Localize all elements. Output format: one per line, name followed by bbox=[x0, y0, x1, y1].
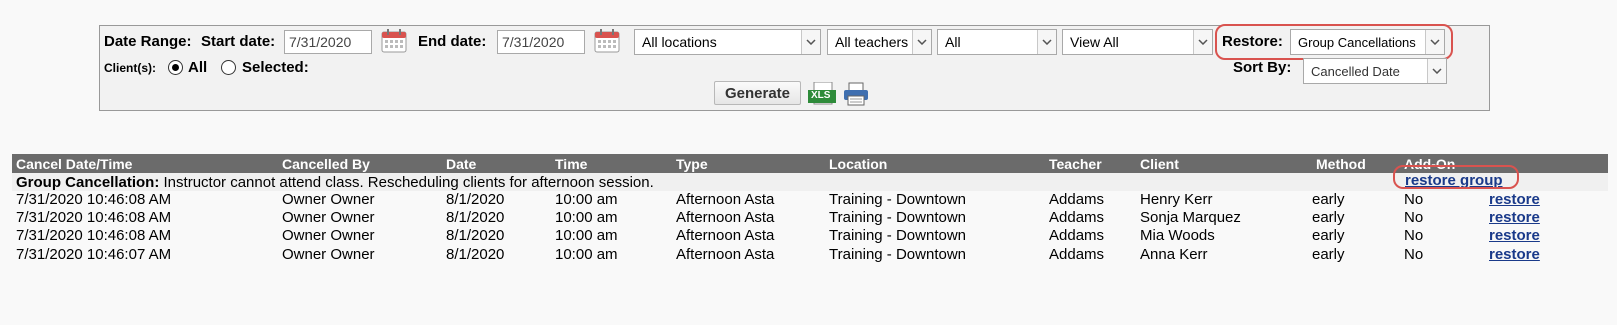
restore-link[interactable]: restore bbox=[1489, 246, 1540, 263]
client-all-radio[interactable] bbox=[168, 60, 183, 75]
restore-link[interactable]: restore bbox=[1489, 227, 1540, 244]
chevron-down-icon bbox=[1193, 30, 1212, 54]
client-selected-radio[interactable] bbox=[221, 60, 236, 75]
sort-select[interactable]: Cancelled Date bbox=[1303, 58, 1447, 84]
cell-teacher: Addams bbox=[1049, 209, 1105, 226]
start-date-label: Start date: bbox=[201, 33, 276, 50]
col-location: Location bbox=[829, 156, 888, 172]
restore-highlight bbox=[1215, 24, 1453, 60]
type-select[interactable]: All bbox=[937, 29, 1057, 55]
group-cancellation-title: Group Cancellation: bbox=[16, 174, 160, 191]
col-teacher: Teacher bbox=[1049, 156, 1102, 172]
cell-location: Training - Downtown bbox=[829, 246, 966, 263]
cell-client: Anna Kerr bbox=[1140, 246, 1208, 263]
cell-method: early bbox=[1312, 191, 1345, 208]
sort-select-value: Cancelled Date bbox=[1311, 64, 1400, 79]
cell-cancel-datetime: 7/31/2020 10:46:08 AM bbox=[16, 209, 172, 226]
cell-method: early bbox=[1312, 246, 1345, 263]
teacher-select-value: All teachers bbox=[835, 34, 909, 50]
date-range-label: Date Range: bbox=[104, 33, 192, 50]
location-select[interactable]: All locations bbox=[634, 29, 821, 55]
cell-client: Henry Kerr bbox=[1140, 191, 1213, 208]
cell-teacher: Addams bbox=[1049, 227, 1105, 244]
cell-time: 10:00 am bbox=[555, 191, 618, 208]
teacher-select[interactable]: All teachers bbox=[827, 29, 932, 55]
cell-teacher: Addams bbox=[1049, 191, 1105, 208]
cell-time: 10:00 am bbox=[555, 227, 618, 244]
restore-link[interactable]: restore bbox=[1489, 191, 1540, 208]
cell-cancel-datetime: 7/31/2020 10:46:08 AM bbox=[16, 191, 172, 208]
col-client: Client bbox=[1140, 156, 1179, 172]
view-select-value: View All bbox=[1070, 34, 1119, 50]
cell-method: early bbox=[1312, 209, 1345, 226]
xls-label: XLS bbox=[811, 90, 831, 101]
client-selected-label: Selected: bbox=[242, 59, 309, 76]
cell-date: 8/1/2020 bbox=[446, 191, 505, 208]
table-row: 7/31/2020 10:46:07 AM Owner Owner 8/1/20… bbox=[12, 245, 1608, 264]
chevron-down-icon bbox=[801, 30, 820, 54]
generate-button[interactable]: Generate bbox=[714, 81, 801, 105]
chevron-down-icon bbox=[1037, 30, 1056, 54]
cell-client: Mia Woods bbox=[1140, 227, 1215, 244]
col-method: Method bbox=[1316, 156, 1366, 172]
cell-cancelled-by: Owner Owner bbox=[282, 246, 375, 263]
cell-time: 10:00 am bbox=[555, 209, 618, 226]
restore-link[interactable]: restore bbox=[1489, 209, 1540, 226]
col-time: Time bbox=[555, 156, 588, 172]
col-cancelled-by: Cancelled By bbox=[282, 156, 370, 172]
cell-cancel-datetime: 7/31/2020 10:46:08 AM bbox=[16, 227, 172, 244]
xls-export-button[interactable]: XLS bbox=[808, 81, 836, 106]
end-calendar-icon[interactable] bbox=[593, 28, 621, 54]
cell-add-on: No bbox=[1404, 227, 1424, 244]
chevron-down-icon bbox=[1427, 59, 1446, 83]
cell-type: Afternoon Asta bbox=[676, 227, 775, 244]
cell-location: Training - Downtown bbox=[829, 209, 966, 226]
cell-cancelled-by: Owner Owner bbox=[282, 209, 375, 226]
table-row: 7/31/2020 10:46:08 AM Owner Owner 8/1/20… bbox=[12, 226, 1608, 245]
end-date-input[interactable]: 7/31/2020 bbox=[497, 30, 585, 54]
cell-add-on: No bbox=[1404, 209, 1424, 226]
cell-client: Sonja Marquez bbox=[1140, 209, 1241, 226]
start-calendar-icon[interactable] bbox=[380, 28, 408, 54]
cell-date: 8/1/2020 bbox=[446, 209, 505, 226]
filter-panel: Date Range: Start date: 7/31/2020 End da… bbox=[99, 24, 1490, 111]
cell-date: 8/1/2020 bbox=[446, 227, 505, 244]
cell-type: Afternoon Asta bbox=[676, 209, 775, 226]
cell-method: early bbox=[1312, 227, 1345, 244]
table-row: 7/31/2020 10:46:08 AM Owner Owner 8/1/20… bbox=[12, 190, 1608, 209]
end-date-label: End date: bbox=[418, 33, 487, 50]
group-cancellation-note: Instructor cannot attend class. Reschedu… bbox=[163, 174, 654, 191]
cell-location: Training - Downtown bbox=[829, 227, 966, 244]
cell-add-on: No bbox=[1404, 191, 1424, 208]
cell-add-on: No bbox=[1404, 246, 1424, 263]
cell-location: Training - Downtown bbox=[829, 191, 966, 208]
cell-time: 10:00 am bbox=[555, 246, 618, 263]
view-select[interactable]: View All bbox=[1062, 29, 1213, 55]
cell-teacher: Addams bbox=[1049, 246, 1105, 263]
cell-cancelled-by: Owner Owner bbox=[282, 227, 375, 244]
cell-type: Afternoon Asta bbox=[676, 191, 775, 208]
location-select-value: All locations bbox=[642, 34, 717, 50]
cell-date: 8/1/2020 bbox=[446, 246, 505, 263]
printer-icon[interactable] bbox=[842, 82, 870, 106]
start-date-input[interactable]: 7/31/2020 bbox=[284, 30, 372, 54]
group-cancellation-row: Group Cancellation: Instructor cannot at… bbox=[12, 172, 1608, 191]
clients-label: Client(s): bbox=[104, 61, 156, 75]
client-all-label: All bbox=[188, 59, 208, 76]
cell-cancel-datetime: 7/31/2020 10:46:07 AM bbox=[16, 246, 172, 263]
sort-by-label: Sort By: bbox=[1233, 59, 1292, 76]
group-cancellation-text: Group Cancellation: Instructor cannot at… bbox=[16, 174, 654, 191]
col-date: Date bbox=[446, 156, 477, 172]
col-type: Type bbox=[676, 156, 708, 172]
type-select-value: All bbox=[945, 34, 961, 50]
restore-group-highlight bbox=[1393, 165, 1519, 189]
cell-cancelled-by: Owner Owner bbox=[282, 191, 375, 208]
chevron-down-icon bbox=[912, 30, 931, 54]
table-row: 7/31/2020 10:46:08 AM Owner Owner 8/1/20… bbox=[12, 208, 1608, 227]
cell-type: Afternoon Asta bbox=[676, 246, 775, 263]
results-table-header: Cancel Date/Time Cancelled By Date Time … bbox=[12, 154, 1608, 173]
col-cancel-datetime: Cancel Date/Time bbox=[16, 156, 133, 172]
